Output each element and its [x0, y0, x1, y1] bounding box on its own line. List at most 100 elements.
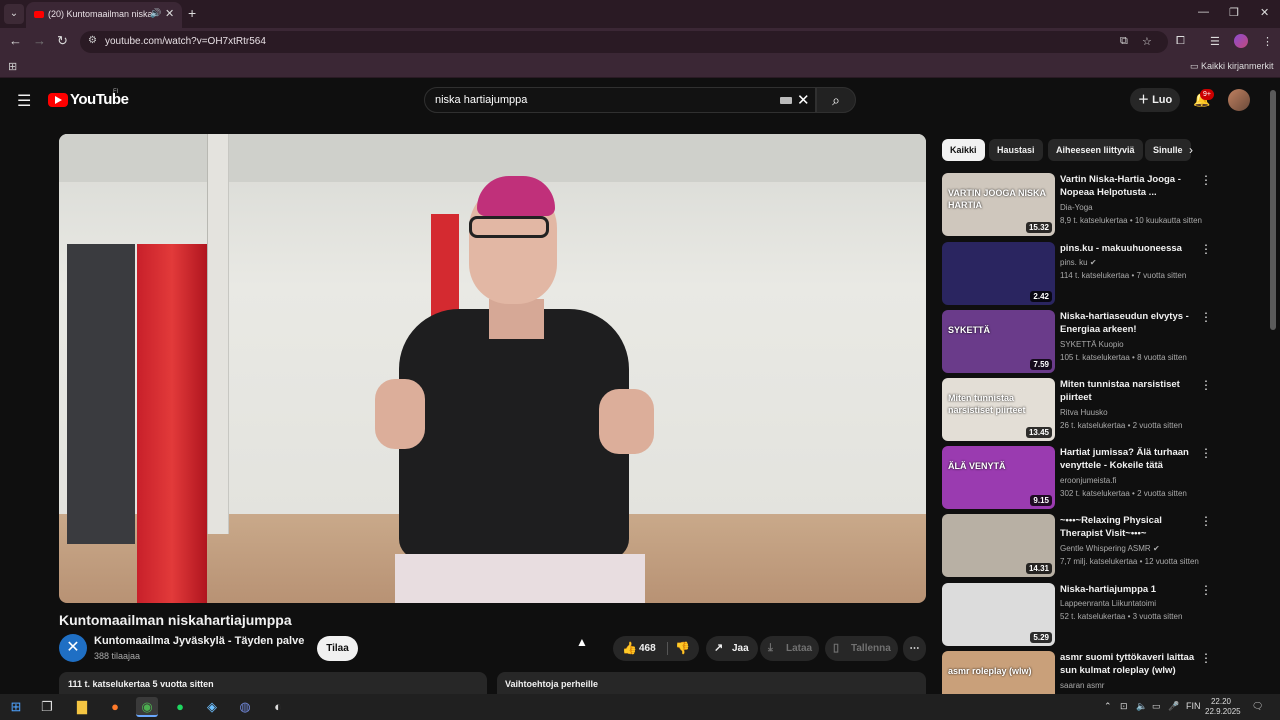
windows-start-icon[interactable]: ⊞: [5, 697, 27, 717]
recommendation-title[interactable]: Niska-hartiaseudun elvytys - Energiaa ar…: [1060, 310, 1206, 336]
search-button[interactable]: ⌕: [816, 87, 856, 113]
bookmark-star-icon[interactable]: ☆: [1142, 35, 1152, 48]
all-bookmarks-link[interactable]: ▭ Kaikki kirjanmerkit: [1190, 61, 1274, 72]
user-avatar[interactable]: [1228, 89, 1250, 111]
like-icon[interactable]: 👍: [622, 636, 637, 661]
share-button[interactable]: ↗ Jaa: [706, 636, 758, 661]
recommendation-thumbnail[interactable]: Miten tunnistaa narsistiset piirteet 13.…: [942, 378, 1055, 441]
recommendation-channel[interactable]: SYKETTÄ Kuopio: [1060, 340, 1124, 349]
recommendation-channel[interactable]: Gentle Whispering ASMR ✔: [1060, 544, 1160, 553]
recommendation-item[interactable]: VARTIN JOOGA NISKA HARTIA 15.32 Vartin N…: [942, 173, 1222, 237]
recommendation-title[interactable]: Niska-hartiajumppa 1: [1060, 583, 1206, 596]
spotify-icon[interactable]: ●: [169, 697, 191, 717]
recommendation-title[interactable]: asmr suomi tyttökaveri laittaa sun kulma…: [1060, 651, 1206, 677]
forward-icon[interactable]: →: [33, 33, 46, 48]
restore-icon[interactable]: ❐: [1229, 6, 1239, 19]
discord-icon[interactable]: ◍: [234, 697, 256, 717]
save-button[interactable]: ▯ Tallenna: [825, 636, 898, 661]
tab-search-button[interactable]: ⌄: [4, 4, 24, 24]
app-icon[interactable]: ◐: [267, 697, 289, 717]
recommendation-title[interactable]: Vartin Niska-Hartia Jooga - Nopeaa Helpo…: [1060, 173, 1206, 199]
browser-menu-icon[interactable]: ⋮: [1262, 35, 1273, 48]
recommendation-title[interactable]: pins.ku - makuuhuoneessa: [1060, 242, 1206, 255]
minimize-icon[interactable]: —: [1198, 6, 1209, 18]
chip-from-search[interactable]: Haustasi: [989, 139, 1043, 161]
audio-icon[interactable]: 🔊: [150, 8, 161, 19]
task-view-icon[interactable]: ❐: [36, 697, 58, 717]
notification-center-icon[interactable]: 🗨: [1252, 701, 1263, 712]
youtube-logo-icon[interactable]: [48, 93, 68, 107]
menu-hamburger-icon[interactable]: ☰: [17, 91, 31, 111]
extensions-icon[interactable]: ⧠: [1176, 35, 1185, 48]
channel-name[interactable]: Kuntomaailma Jyväskylä - Täyden palvelun…: [94, 635, 304, 647]
tray-chevron-icon[interactable]: ⌃: [1104, 701, 1112, 712]
subscribe-button[interactable]: Tilaa: [317, 636, 358, 661]
omnibox[interactable]: ⚙ youtube.com/watch?v=OH7xtRtr564 ⧉ ☆: [80, 31, 1168, 53]
recommendation-thumbnail[interactable]: VARTIN JOOGA NISKA HARTIA 15.32: [942, 173, 1055, 236]
recommendation-channel[interactable]: saaran asmr: [1060, 681, 1104, 690]
more-vertical-icon[interactable]: ⋮: [1200, 242, 1212, 256]
description-box[interactable]: 111 t. katselukertaa 5 vuotta sitten: [59, 672, 487, 694]
more-vertical-icon[interactable]: ⋮: [1200, 173, 1212, 187]
chip-for-you[interactable]: Sinulle: [1145, 139, 1191, 161]
tab-close-icon[interactable]: ✕: [165, 7, 174, 20]
search-input[interactable]: niska hartiajumppa ✕: [424, 87, 816, 113]
recommendation-item[interactable]: 5.29 Niska-hartiajumppa 1 Lappeenranta L…: [942, 583, 1222, 647]
site-info-icon[interactable]: ⚙: [88, 35, 97, 46]
recommendation-channel[interactable]: Ritva Huusko: [1060, 408, 1108, 417]
recommendation-thumbnail[interactable]: 14.31: [942, 514, 1055, 577]
family-alternatives-box[interactable]: Vaihtoehtoja perheille: [497, 672, 926, 694]
video-player[interactable]: [59, 134, 926, 603]
download-button[interactable]: ⤓ Lataa: [760, 636, 819, 661]
keyboard-icon[interactable]: [780, 97, 792, 104]
recommendation-thumbnail[interactable]: 2.42: [942, 242, 1055, 305]
input-language[interactable]: FIN: [1186, 701, 1201, 711]
reload-icon[interactable]: ↻: [57, 33, 68, 49]
microphone-icon[interactable]: 🎤: [1168, 701, 1179, 712]
volume-icon[interactable]: 🔈: [1136, 701, 1147, 712]
more-vertical-icon[interactable]: ⋮: [1200, 583, 1212, 597]
recommendation-item[interactable]: Miten tunnistaa narsistiset piirteet 13.…: [942, 378, 1222, 442]
tray-app-icon[interactable]: ⊡: [1120, 701, 1128, 712]
recommendation-channel[interactable]: pins. ku ✔: [1060, 258, 1097, 267]
recommendation-item[interactable]: ÄLÄ VENYTÄ 9.15 Hartiat jumissa? Älä tur…: [942, 446, 1222, 510]
install-app-icon[interactable]: ⧉: [1120, 35, 1128, 48]
recommendation-title[interactable]: Miten tunnistaa narsistiset piirteet: [1060, 378, 1206, 404]
firefox-icon[interactable]: ●: [104, 697, 126, 717]
more-actions-button[interactable]: ⋯: [903, 636, 926, 661]
profile-icon[interactable]: [1234, 34, 1248, 48]
youtube-logo-text[interactable]: YouTube: [70, 91, 129, 108]
chip-all[interactable]: Kaikki: [942, 139, 985, 161]
network-icon[interactable]: ▭: [1152, 701, 1161, 712]
recommendation-item[interactable]: 14.31 ~•••~Relaxing Physical Therapist V…: [942, 514, 1222, 578]
clear-search-icon[interactable]: ✕: [797, 91, 810, 109]
like-count[interactable]: 468: [639, 636, 656, 661]
dislike-icon[interactable]: 👎: [675, 636, 690, 661]
chip-related[interactable]: Aiheeseen liittyviä: [1048, 139, 1143, 161]
more-vertical-icon[interactable]: ⋮: [1200, 378, 1212, 392]
recommendation-item[interactable]: SYKETTÄ 7.59 Niska-hartiaseudun elvytys …: [942, 310, 1222, 374]
recommendation-title[interactable]: Hartiat jumissa? Älä turhaan venyttele -…: [1060, 446, 1206, 472]
back-icon[interactable]: ←: [9, 33, 22, 48]
recommendation-channel[interactable]: eroonjumeista.fi: [1060, 476, 1116, 485]
recommendation-thumbnail[interactable]: ÄLÄ VENYTÄ 9.15: [942, 446, 1055, 509]
recommendation-channel[interactable]: Lappeenranta Liikuntatoimi: [1060, 599, 1156, 608]
taskbar-clock[interactable]: 22.20 22.9.2025: [1205, 697, 1241, 717]
recommendation-thumbnail[interactable]: 5.29: [942, 583, 1055, 646]
page-scrollbar[interactable]: [1270, 90, 1276, 330]
apps-grid-icon[interactable]: ⊞: [8, 60, 17, 73]
new-tab-icon[interactable]: +: [188, 5, 196, 21]
chrome-icon[interactable]: ◉: [136, 697, 158, 717]
recommendation-title[interactable]: ~•••~Relaxing Physical Therapist Visit~•…: [1060, 514, 1206, 540]
recommendation-thumbnail[interactable]: SYKETTÄ 7.59: [942, 310, 1055, 373]
browser-tab[interactable]: (20) Kuntomaailman niskahartiajumppa 🔊 ✕: [26, 2, 182, 28]
recommendation-item[interactable]: 2.42 pins.ku - makuuhuoneessa pins. ku ✔…: [942, 242, 1222, 306]
more-vertical-icon[interactable]: ⋮: [1200, 446, 1212, 460]
channel-avatar[interactable]: ✕: [59, 634, 87, 662]
more-vertical-icon[interactable]: ⋮: [1200, 514, 1212, 528]
steam-icon[interactable]: ◈: [201, 697, 223, 717]
chevron-right-icon[interactable]: ›: [1189, 143, 1193, 157]
file-explorer-icon[interactable]: ▇: [71, 697, 93, 717]
recommendation-channel[interactable]: Dia-Yoga: [1060, 203, 1093, 212]
more-vertical-icon[interactable]: ⋮: [1200, 651, 1212, 665]
